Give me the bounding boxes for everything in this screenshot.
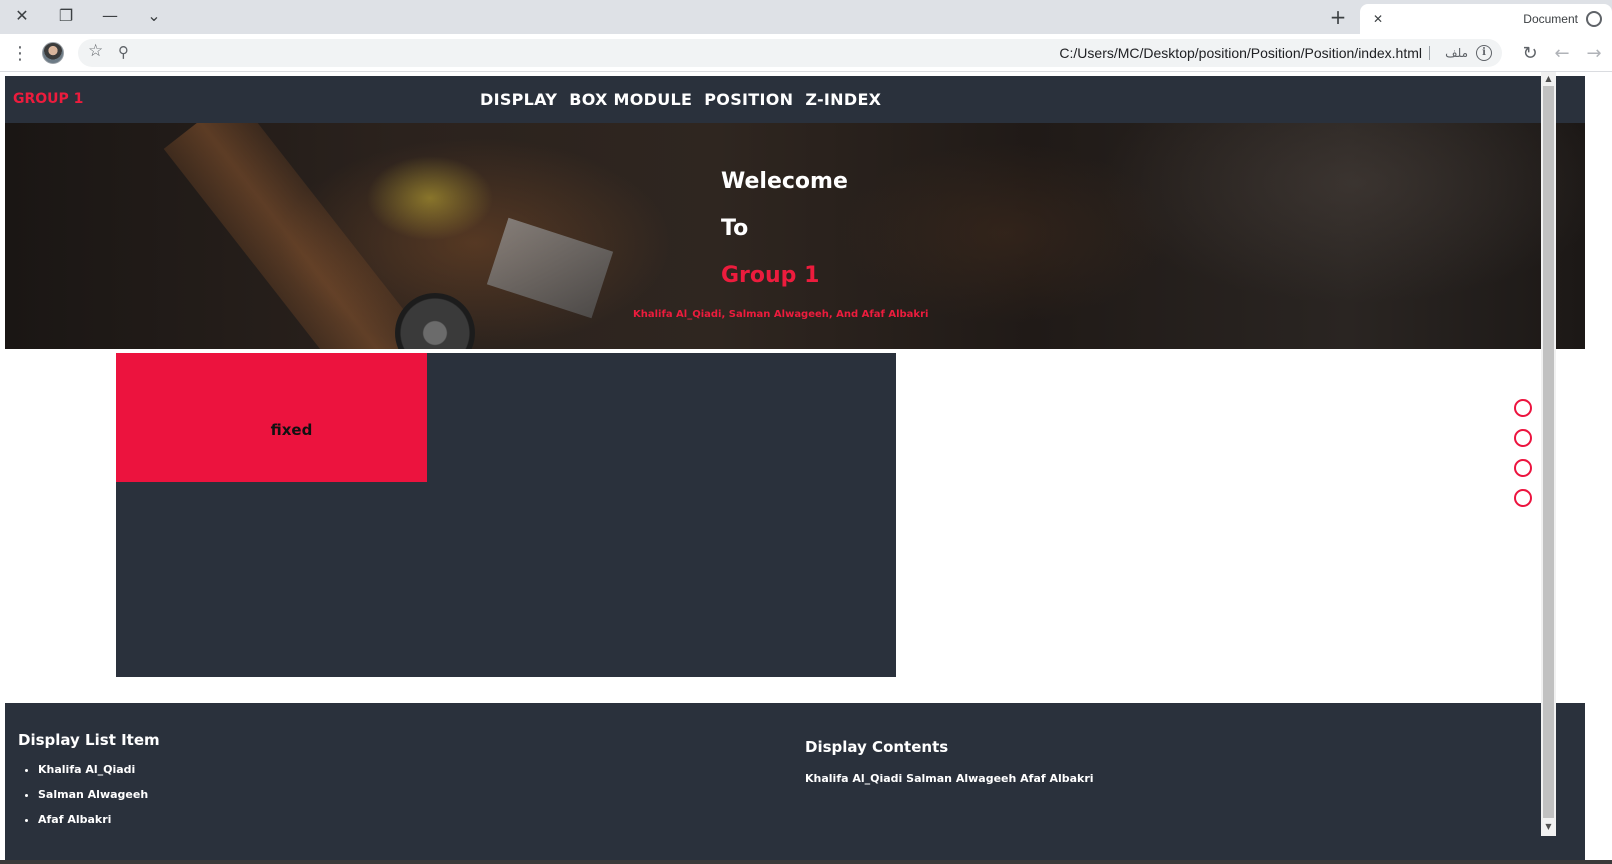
tab-close-icon[interactable]: ✕ xyxy=(1370,12,1386,26)
hero-banner: Welecome To Group 1 Khalifa Al_Qiadi, Sa… xyxy=(5,123,1585,349)
brand-logo[interactable]: GROUP 1 xyxy=(13,76,83,123)
chevron-down-icon[interactable]: ⌄ xyxy=(134,0,174,30)
footer: Display List Item Khalifa Al_Qiadi Salma… xyxy=(5,703,1585,860)
taskbar-edge xyxy=(0,860,1612,864)
nav-dot-3[interactable] xyxy=(1514,459,1532,477)
nav-link-display[interactable]: DISPLAY xyxy=(480,90,557,109)
reload-icon[interactable]: ↻ xyxy=(1516,39,1544,67)
footer-list-title: Display List Item xyxy=(18,731,160,749)
hero-subtitle: Khalifa Al_Qiadi, Salman Alwageeh, And A… xyxy=(633,309,929,320)
nav-links: DISPLAY BOX MODULE POSITION Z-INDEX xyxy=(480,76,881,123)
divider xyxy=(1429,46,1430,60)
hero-text: Welecome To Group 1 Khalifa Al_Qiadi, Sa… xyxy=(5,123,1585,349)
forward-icon[interactable]: → xyxy=(1580,39,1608,67)
scroll-thumb[interactable] xyxy=(1543,86,1554,818)
footer-list: Khalifa Al_Qiadi Salman Alwageeh Afaf Al… xyxy=(38,763,148,838)
nav-link-box-module[interactable]: BOX MODULE xyxy=(569,90,692,109)
star-icon[interactable]: ☆ xyxy=(88,41,103,61)
browser-toolbar: ⋮ ☆ ⚲ C:/Users/MC/Desktop/position/Posit… xyxy=(0,34,1612,72)
back-icon[interactable]: ← xyxy=(1548,39,1576,67)
address-bar[interactable]: ☆ ⚲ C:/Users/MC/Desktop/position/Positio… xyxy=(78,39,1502,67)
nav-dot-4[interactable] xyxy=(1514,489,1532,507)
nav-link-z-index[interactable]: Z-INDEX xyxy=(805,90,881,109)
hero-line-group: Group 1 xyxy=(721,263,820,288)
list-item: Afaf Albakri xyxy=(38,813,148,826)
info-icon[interactable]: i xyxy=(1476,45,1492,61)
avatar[interactable] xyxy=(42,42,64,64)
nav-dot-2[interactable] xyxy=(1514,429,1532,447)
menu-dots-icon[interactable]: ⋮ xyxy=(6,39,34,67)
fixed-label: fixed xyxy=(270,420,313,439)
new-tab-icon[interactable]: + xyxy=(1322,4,1354,30)
hero-line-to: To xyxy=(721,216,749,241)
browser-tab[interactable]: Document ✕ xyxy=(1360,4,1612,34)
tab-title: Document xyxy=(1523,12,1578,26)
list-item: Khalifa Al_Qiadi xyxy=(38,763,148,776)
minimize-icon[interactable]: — xyxy=(90,0,130,30)
close-window-icon[interactable]: ✕ xyxy=(2,0,42,30)
scroll-down-icon[interactable]: ▼ xyxy=(1541,820,1556,834)
footer-contents-title: Display Contents xyxy=(805,738,949,756)
zoom-icon[interactable]: ⚲ xyxy=(118,43,129,61)
restore-icon[interactable]: ❐ xyxy=(46,0,86,30)
scrollbar[interactable]: ▲ ▼ xyxy=(1541,72,1556,836)
scroll-up-icon[interactable]: ▲ xyxy=(1541,72,1556,86)
footer-contents-text: Khalifa Al_Qiadi Salman Alwageeh Afaf Al… xyxy=(805,772,1094,785)
file-label: ملف xyxy=(1445,46,1468,60)
hero-line-welcome: Welecome xyxy=(721,169,848,194)
globe-icon xyxy=(1586,11,1602,27)
navbar: GROUP 1 DISPLAY BOX MODULE POSITION Z-IN… xyxy=(5,76,1585,123)
url-text[interactable]: C:/Users/MC/Desktop/position/Position/Po… xyxy=(1059,39,1422,67)
nav-link-position[interactable]: POSITION xyxy=(704,90,793,109)
page-viewport: GROUP 1 DISPLAY BOX MODULE POSITION Z-IN… xyxy=(0,72,1612,860)
fixed-box: fixed xyxy=(116,353,427,482)
nav-dot-1[interactable] xyxy=(1514,399,1532,417)
tab-strip: ✕ ❐ — ⌄ + Document ✕ xyxy=(0,0,1612,34)
list-item: Salman Alwageeh xyxy=(38,788,148,801)
